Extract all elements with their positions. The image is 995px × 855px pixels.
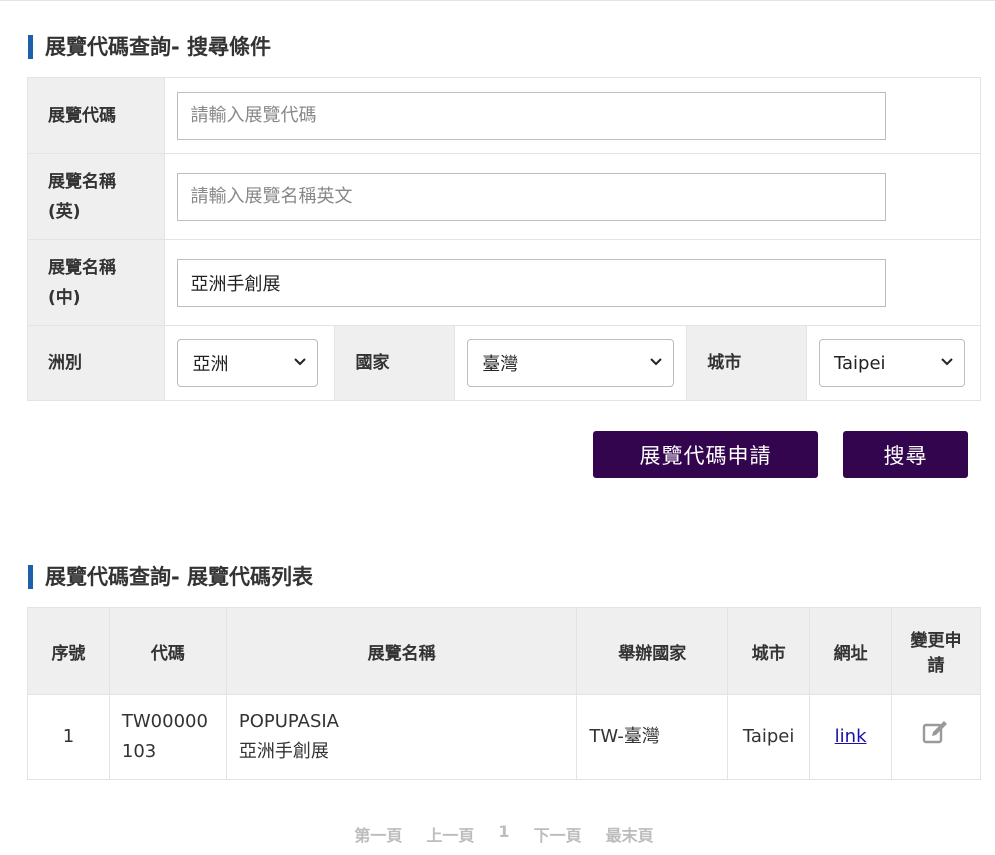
- name-en-label: 展覽名稱 (英): [26, 153, 166, 240]
- name-zh-input[interactable]: [177, 258, 887, 307]
- last-page-link[interactable]: 最末頁: [606, 822, 654, 846]
- top-divider: [0, 0, 995, 1]
- search-section-title: 展覽代碼查詢- 搜尋條件: [28, 35, 271, 59]
- city-label: 城市: [686, 325, 807, 401]
- list-section-title: 展覽代碼查詢- 展覽代碼列表: [28, 565, 313, 589]
- chevron-down-icon: [941, 358, 953, 366]
- search-button[interactable]: 搜尋: [843, 431, 968, 478]
- country-label: 國家: [334, 325, 456, 401]
- chevron-down-icon: [650, 358, 662, 366]
- first-page-link[interactable]: 第一頁: [354, 822, 402, 846]
- country-select-value: 臺灣: [482, 354, 519, 375]
- city-select[interactable]: Taipei: [818, 339, 965, 387]
- table-header-row: 序號 代碼 展覽名稱 舉辦國家 城市 網址 變更申 請: [27, 607, 981, 695]
- name-zh-label: 展覽名稱 (中): [26, 239, 166, 326]
- continent-select[interactable]: 亞洲: [177, 339, 319, 387]
- row-country: TW-臺灣: [576, 694, 729, 780]
- row-name: POPUPASIA 亞洲手創展: [225, 694, 578, 780]
- header-name: 展覽名稱: [225, 607, 578, 695]
- city-select-value: Taipei: [833, 352, 886, 374]
- prev-page-link[interactable]: 上一頁: [426, 822, 474, 846]
- header-index: 序號: [27, 607, 110, 695]
- header-country: 舉辦國家: [576, 607, 729, 695]
- header-change: 變更申 請: [891, 607, 981, 695]
- code-input[interactable]: [177, 91, 887, 140]
- search-form: 展覽代碼 展覽名稱 (英) 展覽名稱 (中) 洲別 亞洲 國家: [26, 77, 982, 401]
- row-city: Taipei: [727, 694, 811, 780]
- continent-select-value: 亞洲: [192, 354, 229, 375]
- apply-code-button[interactable]: 展覽代碼申請: [593, 431, 818, 478]
- country-select[interactable]: 臺灣: [467, 339, 675, 387]
- row-index: 1: [27, 694, 110, 780]
- code-list-table: 序號 代碼 展覽名稱 舉辦國家 城市 網址 變更申 請 1 TW00000 10…: [27, 607, 981, 780]
- chevron-down-icon: [294, 358, 307, 366]
- row-name-en: POPUPASIA: [238, 711, 339, 732]
- next-page-link[interactable]: 下一頁: [534, 822, 582, 846]
- pagination: 第一頁 上一頁 1 下一頁 最末頁: [0, 822, 995, 846]
- header-url: 網址: [809, 607, 893, 695]
- header-city: 城市: [727, 607, 811, 695]
- continent-label: 洲別: [26, 325, 166, 401]
- row-url-link[interactable]: link: [835, 726, 867, 747]
- code-label: 展覽代碼: [26, 77, 166, 154]
- row-code: TW00000 103: [108, 694, 227, 780]
- row-name-zh: 亞洲手創展: [238, 741, 329, 762]
- current-page[interactable]: 1: [498, 822, 509, 846]
- name-en-input[interactable]: [177, 172, 887, 221]
- edit-icon[interactable]: [922, 719, 950, 745]
- header-code: 代碼: [108, 607, 227, 695]
- table-row: 1 TW00000 103 POPUPASIA 亞洲手創展 TW-臺灣 Taip…: [27, 694, 981, 780]
